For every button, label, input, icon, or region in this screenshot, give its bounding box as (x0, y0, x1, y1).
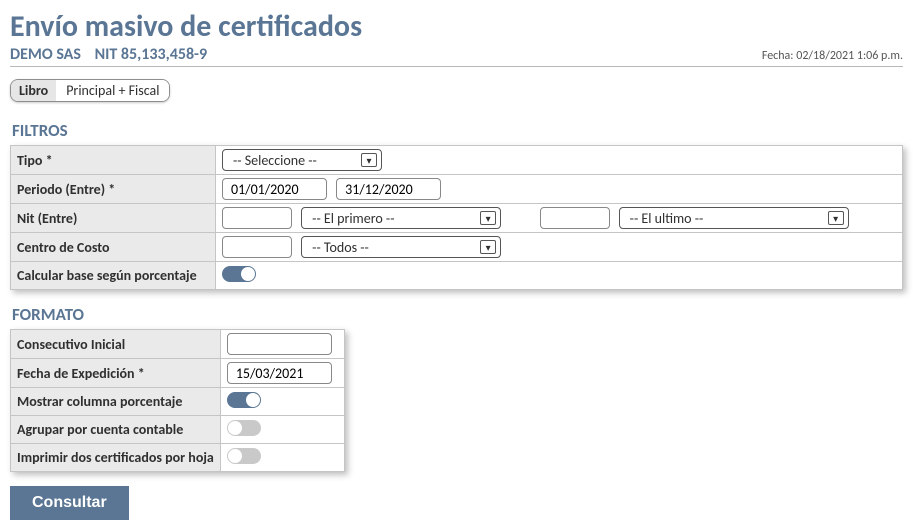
chevron-down-icon: ▾ (480, 240, 496, 254)
sub-header: DEMO SAS NIT 85,133,458-9 Fecha: 02/18/2… (10, 45, 903, 67)
filtros-form: Tipo * -- Seleccione -- ▾ Periodo (Entre… (10, 145, 903, 290)
libro-label: Libro (11, 80, 56, 101)
agrupar-toggle[interactable] (227, 420, 261, 436)
nit-from-select-value: -- El primero -- (312, 210, 394, 227)
chevron-down-icon: ▾ (828, 211, 844, 225)
date-label: Fecha: (762, 49, 794, 63)
tipo-label: Tipo * (11, 146, 216, 175)
nit-range-label: Nit (Entre) (11, 204, 216, 233)
page-title: Envío masivo de certificados (10, 8, 903, 45)
periodo-label: Periodo (Entre) * (11, 175, 216, 204)
fecha-exp-label: Fecha de Expedición * (11, 359, 221, 388)
consecutivo-input[interactable] (227, 333, 332, 355)
consecutivo-label: Consecutivo Inicial (11, 330, 221, 359)
libro-selector[interactable]: Libro Principal + Fiscal (10, 79, 170, 102)
imprimir-toggle[interactable] (227, 448, 261, 464)
mostrar-pct-toggle[interactable] (227, 392, 261, 408)
libro-value: Principal + Fiscal (56, 80, 169, 101)
nit-to-select-value: -- El ultimo -- (630, 210, 704, 227)
imprimir-label: Imprimir dos certificados por hoja (11, 444, 221, 472)
centro-costo-select-value: -- Todos -- (312, 239, 369, 256)
mostrar-pct-label: Mostrar columna porcentaje (11, 388, 221, 416)
nit-value: 85,133,458-9 (121, 45, 207, 64)
periodo-from-input[interactable] (222, 178, 327, 200)
nit-to-input[interactable] (540, 207, 610, 229)
nit-from-select[interactable]: -- El primero -- ▾ (301, 207, 501, 229)
company-name: DEMO SAS (10, 45, 81, 64)
calc-base-toggle[interactable] (222, 266, 256, 282)
nit-to-select[interactable]: -- El ultimo -- ▾ (619, 207, 849, 229)
tipo-select[interactable]: -- Seleccione -- ▾ (222, 149, 382, 171)
section-filtros-title: FILTROS (12, 120, 903, 141)
nit-from-input[interactable] (222, 207, 292, 229)
centro-costo-input[interactable] (222, 236, 292, 258)
date-value: 02/18/2021 1:06 p.m. (796, 49, 903, 63)
centro-costo-label: Centro de Costo (11, 233, 216, 262)
periodo-to-input[interactable] (336, 178, 441, 200)
nit-label: NIT (95, 45, 118, 64)
consultar-button[interactable]: Consultar (10, 486, 129, 520)
fecha-exp-input[interactable] (227, 362, 332, 384)
centro-costo-select[interactable]: -- Todos -- ▾ (301, 236, 501, 258)
formato-form: Consecutivo Inicial Fecha de Expedición … (10, 329, 345, 472)
tipo-select-value: -- Seleccione -- (233, 152, 317, 169)
chevron-down-icon: ▾ (361, 153, 377, 167)
agrupar-label: Agrupar por cuenta contable (11, 416, 221, 444)
chevron-down-icon: ▾ (480, 211, 496, 225)
section-formato-title: FORMATO (12, 304, 903, 325)
calc-base-label: Calcular base según porcentaje (11, 262, 216, 290)
